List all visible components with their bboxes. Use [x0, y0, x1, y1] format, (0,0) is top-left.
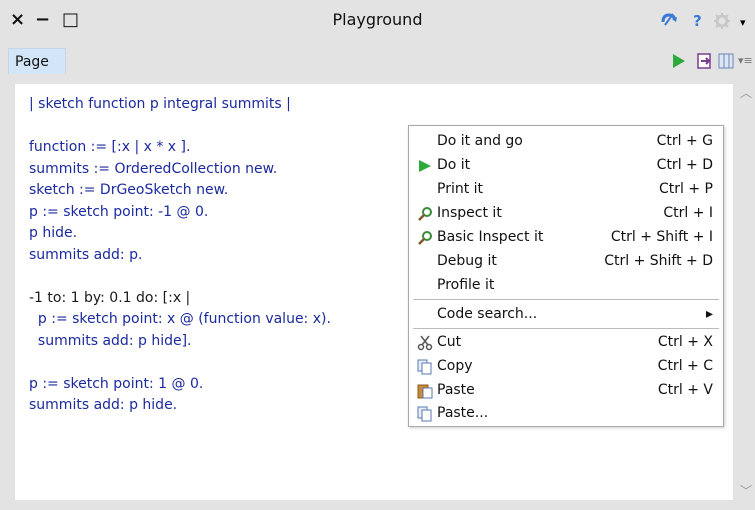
context-menu: Do it and go Ctrl + G Do it Ctrl + D Pri… — [408, 125, 724, 427]
menu-item-do-it[interactable]: Do it Ctrl + D — [409, 154, 723, 176]
gear-icon[interactable] — [713, 12, 731, 34]
vertical-scrollbar[interactable]: ︿ ﹀ — [737, 84, 755, 500]
window-title: Playground — [332, 10, 423, 29]
menu-separator — [413, 299, 719, 300]
code-line: p := sketch point: x @ (function value: … — [29, 311, 331, 327]
code-text[interactable]: | sketch function p integral summits | f… — [29, 94, 331, 417]
inspect-icon — [417, 206, 433, 222]
menu-item-cut[interactable]: Cut Ctrl + X — [409, 331, 723, 353]
menu-item-do-it-and-go[interactable]: Do it and go Ctrl + G — [409, 130, 723, 152]
menu-separator — [413, 328, 719, 329]
code-line: p hide. — [29, 225, 78, 241]
submenu-arrow-icon: ▸ — [705, 306, 713, 322]
menu-item-basic-inspect-it[interactable]: Basic Inspect it Ctrl + Shift + I — [409, 226, 723, 248]
menu-item-copy[interactable]: Copy Ctrl + C — [409, 355, 723, 377]
code-line: summits add: p. — [29, 246, 143, 263]
code-line: -1 to: 1 by: 0.1 do: [:x | — [29, 289, 191, 306]
menu-item-debug-it[interactable]: Debug it Ctrl + Shift + D — [409, 250, 723, 272]
menu-item-profile-it[interactable]: Profile it — [409, 274, 723, 296]
scroll-up-arrow-icon[interactable]: ︿ — [740, 84, 752, 101]
code-line: summits := OrderedCollection new. — [29, 160, 278, 177]
window-menu-button[interactable]: ▾ — [740, 16, 746, 29]
more-menu-icon[interactable]: ▾≡ — [738, 54, 753, 67]
play-icon[interactable] — [672, 53, 686, 73]
title-bar: × − □ Playground ? ▾ — [0, 0, 755, 40]
help-button[interactable]: ? — [693, 12, 702, 30]
play-icon — [417, 158, 433, 174]
refresh-icon[interactable] — [660, 12, 678, 32]
code-line: function := [:x | x * x ]. — [29, 139, 191, 155]
paste-icon — [417, 383, 433, 399]
menu-item-paste-ellipsis[interactable]: Paste... — [409, 402, 723, 424]
tab-page[interactable]: Page — [8, 48, 66, 74]
menu-item-paste[interactable]: Paste Ctrl + V — [409, 379, 723, 401]
menu-item-print-it[interactable]: Print it Ctrl + P — [409, 178, 723, 200]
menu-item-code-search[interactable]: Code search... ▸ — [409, 303, 723, 325]
inspect-icon — [417, 230, 433, 246]
code-line: p := sketch point: 1 @ 0. — [29, 375, 204, 392]
tab-bar: Page ▾≡ — [0, 40, 755, 74]
bind-icon[interactable] — [697, 53, 713, 73]
scroll-down-arrow-icon[interactable]: ﹀ — [740, 482, 752, 499]
code-line: sketch := DrGeoSketch new. — [29, 182, 229, 198]
scissors-icon — [417, 335, 433, 351]
copy-icon — [417, 359, 433, 375]
code-line: summits add: p hide]. — [29, 332, 192, 349]
paste-icon — [417, 406, 433, 422]
code-line: summits add: p hide. — [29, 397, 178, 413]
code-line: p := sketch point: -1 @ 0. — [29, 203, 209, 220]
code-line: | sketch function p integral summits | — [29, 96, 291, 112]
columns-icon[interactable] — [718, 53, 734, 73]
menu-item-inspect-it[interactable]: Inspect it Ctrl + I — [409, 202, 723, 224]
